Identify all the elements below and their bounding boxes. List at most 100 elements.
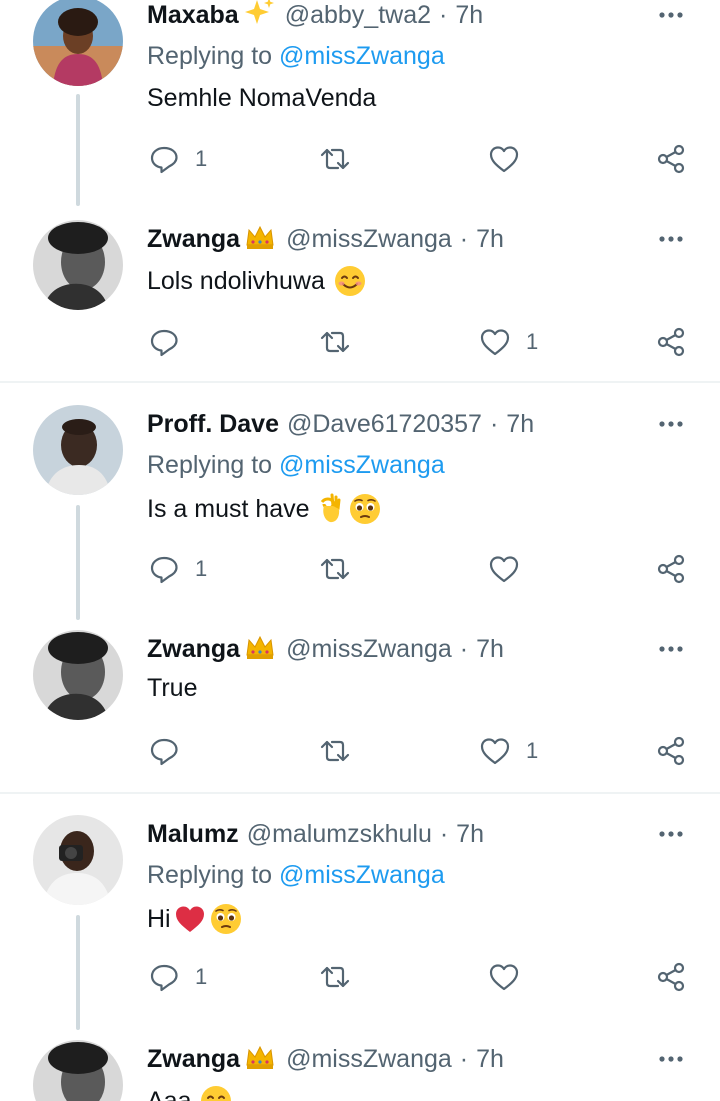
- mention-link[interactable]: @missZwanga: [279, 451, 445, 479]
- mention-link[interactable]: @missZwanga: [279, 42, 445, 70]
- avatar[interactable]: [33, 405, 123, 495]
- replying-to: Replying to @missZwanga: [147, 451, 445, 480]
- like-count: 1: [526, 329, 539, 354]
- retweet-icon: [320, 331, 350, 353]
- action-bar: 1: [0, 731, 720, 771]
- replying-to: Replying to @missZwanga: [147, 42, 445, 71]
- pleading-face-icon: [209, 903, 242, 935]
- like-icon: [489, 964, 519, 991]
- tweet-header: Malumz @malumzskhulu · 7h: [147, 817, 690, 851]
- tweet[interactable]: Proff. Dave @Dave61720357 · 7h Replying …: [0, 395, 720, 620]
- display-name[interactable]: Maxaba: [147, 1, 239, 30]
- share-icon: [657, 327, 685, 357]
- crown-icon: [244, 1040, 278, 1079]
- reply-button[interactable]: [147, 322, 195, 362]
- avatar[interactable]: [33, 220, 123, 310]
- sparkles-icon: [243, 0, 277, 35]
- retweet-button[interactable]: [318, 322, 352, 362]
- more-options-icon[interactable]: [656, 1042, 686, 1076]
- replying-to-label: Replying to: [147, 451, 273, 479]
- retweet-icon: [320, 966, 350, 988]
- display-name[interactable]: Zwanga: [147, 1045, 240, 1074]
- like-button[interactable]: 1: [478, 322, 538, 362]
- retweet-button[interactable]: [318, 957, 352, 997]
- handle[interactable]: @Dave61720357: [287, 410, 482, 439]
- retweet-button[interactable]: [318, 139, 352, 179]
- more-options-icon[interactable]: [656, 632, 686, 666]
- tweet-header: Zwanga @missZwanga · 7h: [147, 1042, 690, 1076]
- handle[interactable]: @missZwanga: [286, 1045, 452, 1074]
- share-button[interactable]: [654, 731, 688, 771]
- like-button[interactable]: [487, 139, 535, 179]
- replying-to-label: Replying to: [147, 861, 273, 889]
- more-options-icon[interactable]: [656, 817, 686, 851]
- avatar[interactable]: [33, 630, 123, 720]
- tweet-text-content: True: [147, 674, 198, 702]
- reply-count: 1: [195, 556, 208, 581]
- action-bar: 1: [0, 322, 720, 362]
- display-name[interactable]: Proff. Dave: [147, 410, 279, 439]
- tweet-header: Zwanga @missZwanga · 7h: [147, 222, 690, 256]
- tweet-text-content: Aaa: [147, 1086, 192, 1101]
- reply-button[interactable]: [147, 731, 195, 771]
- like-button[interactable]: [487, 957, 535, 997]
- tweet-text: Hi: [147, 902, 243, 936]
- more-options-icon[interactable]: [656, 407, 686, 441]
- retweet-icon: [320, 148, 350, 170]
- retweet-button[interactable]: [318, 731, 352, 771]
- tweet-text-content: Semhle NomaVenda: [147, 84, 377, 112]
- handle[interactable]: @missZwanga: [286, 635, 452, 664]
- display-name[interactable]: Zwanga: [147, 225, 240, 254]
- reply-count: 1: [195, 146, 208, 171]
- timestamp[interactable]: 7h: [476, 635, 504, 664]
- tweet-text-content: Lols ndolivhuwa: [147, 266, 325, 295]
- like-button[interactable]: 1: [478, 731, 538, 771]
- more-options-icon[interactable]: [656, 0, 686, 32]
- tweet[interactable]: Maxaba @abby_twa2 · 7h Replying to @miss…: [0, 0, 720, 206]
- more-options-icon[interactable]: [656, 222, 686, 256]
- tweet-text-content: Is a must have: [147, 494, 310, 523]
- reply-count: 1: [195, 964, 208, 989]
- timestamp[interactable]: 7h: [506, 410, 534, 439]
- tweet-text: Aaa: [147, 1084, 233, 1101]
- timestamp[interactable]: 7h: [455, 1, 483, 30]
- display-name[interactable]: Malumz: [147, 820, 239, 849]
- separator: ·: [489, 409, 499, 438]
- avatar[interactable]: [33, 815, 123, 905]
- mention-link[interactable]: @missZwanga: [279, 861, 445, 889]
- tweet[interactable]: Zwanga @missZwanga · 7h Aaa: [0, 1030, 720, 1101]
- tweet[interactable]: Malumz @malumzskhulu · 7h Replying to @m…: [0, 805, 720, 1030]
- reply-icon: [150, 964, 178, 992]
- tweet[interactable]: Zwanga @missZwanga · 7h True 1: [0, 620, 720, 790]
- avatar[interactable]: [33, 1040, 123, 1101]
- red-heart-icon: [175, 906, 204, 932]
- display-name[interactable]: Zwanga: [147, 635, 240, 664]
- handle[interactable]: @abby_twa2: [285, 1, 431, 30]
- separator: ·: [459, 224, 469, 253]
- retweet-button[interactable]: [318, 549, 352, 589]
- share-button[interactable]: [654, 957, 688, 997]
- divider: [0, 381, 720, 383]
- handle[interactable]: @missZwanga: [286, 225, 452, 254]
- share-button[interactable]: [654, 139, 688, 179]
- avatar[interactable]: [33, 0, 123, 86]
- tweet-text-content: Hi: [147, 904, 171, 933]
- like-icon: [489, 146, 519, 173]
- tweet-header: Maxaba @abby_twa2 · 7h: [147, 0, 690, 32]
- reply-button[interactable]: 1: [147, 139, 207, 179]
- share-icon: [657, 962, 685, 992]
- reply-button[interactable]: 1: [147, 957, 207, 997]
- handle[interactable]: @malumzskhulu: [247, 820, 432, 849]
- timestamp[interactable]: 7h: [456, 820, 484, 849]
- timestamp[interactable]: 7h: [476, 1045, 504, 1074]
- reply-button[interactable]: 1: [147, 549, 207, 589]
- tweet[interactable]: Zwanga @missZwanga · 7h Lols ndolivhuwa …: [0, 210, 720, 380]
- crown-icon: [244, 220, 278, 259]
- share-button[interactable]: [654, 322, 688, 362]
- like-button[interactable]: [487, 549, 535, 589]
- like-icon: [489, 556, 519, 583]
- timestamp[interactable]: 7h: [476, 225, 504, 254]
- separator: ·: [459, 634, 469, 663]
- tweet-text: Lols ndolivhuwa: [147, 264, 367, 298]
- share-button[interactable]: [654, 549, 688, 589]
